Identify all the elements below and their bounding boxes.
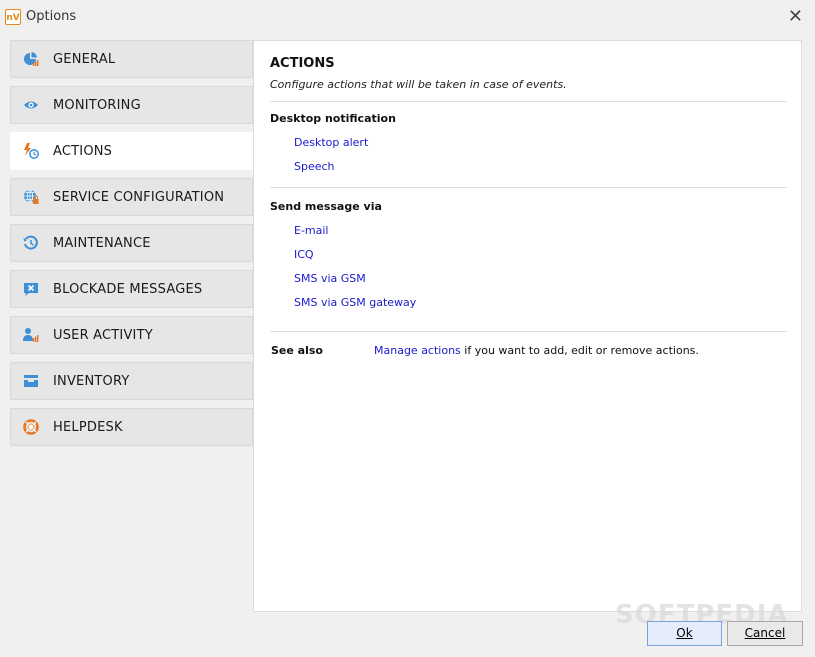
sidebar-item-label: USER ACTIVITY bbox=[53, 328, 153, 343]
sidebar-item-label: INVENTORY bbox=[53, 374, 130, 389]
sms-gsm-link[interactable]: SMS via GSM bbox=[294, 272, 366, 285]
sidebar-item-label: MAINTENANCE bbox=[53, 236, 151, 251]
message-x-icon bbox=[24, 283, 38, 296]
manage-actions-link[interactable]: Manage actions bbox=[374, 344, 461, 357]
sidebar-item-general[interactable]: GENERAL bbox=[10, 40, 253, 78]
sidebar-item-user-activity[interactable]: USER ACTIVITY bbox=[10, 316, 253, 354]
page-title: ACTIONS bbox=[270, 56, 335, 71]
close-icon[interactable]: ✕ bbox=[788, 8, 803, 26]
icq-link[interactable]: ICQ bbox=[294, 248, 314, 261]
sidebar-item-label: MONITORING bbox=[53, 98, 141, 113]
see-also-label: See also bbox=[271, 344, 323, 357]
see-also-suffix: if you want to add, edit or remove actio… bbox=[460, 344, 699, 357]
divider bbox=[270, 331, 787, 332]
tray-icon bbox=[24, 375, 38, 387]
send-message-heading: Send message via bbox=[270, 200, 382, 213]
divider bbox=[270, 187, 787, 188]
sidebar-item-service-configuration[interactable]: SERVICE CONFIGURATION bbox=[10, 178, 253, 216]
sidebar-item-blockade-messages[interactable]: BLOCKADE MESSAGES bbox=[10, 270, 253, 308]
sidebar-item-label: ACTIONS bbox=[53, 144, 113, 159]
divider bbox=[270, 101, 787, 102]
email-link[interactable]: E-mail bbox=[294, 224, 329, 237]
ok-button[interactable]: Ok bbox=[647, 621, 722, 646]
speech-link[interactable]: Speech bbox=[294, 160, 335, 173]
sidebar-item-label: BLOCKADE MESSAGES bbox=[53, 282, 203, 297]
sidebar-item-actions[interactable]: ACTIONS bbox=[10, 132, 254, 170]
pie-chart-icon bbox=[24, 52, 39, 66]
desktop-notification-heading: Desktop notification bbox=[270, 112, 396, 125]
user-chart-icon bbox=[23, 328, 39, 342]
page-description: Configure actions that will be taken in … bbox=[270, 78, 567, 91]
desktop-alert-link[interactable]: Desktop alert bbox=[294, 136, 368, 149]
eye-icon bbox=[24, 101, 38, 109]
sidebar-item-label: GENERAL bbox=[53, 52, 116, 67]
see-also-text: Manage actions if you want to add, edit … bbox=[374, 344, 699, 357]
app-logo-icon: nV bbox=[5, 9, 21, 25]
sms-gsm-gateway-link[interactable]: SMS via GSM gateway bbox=[294, 296, 416, 309]
history-icon bbox=[23, 235, 38, 250]
sidebar-item-maintenance[interactable]: MAINTENANCE bbox=[10, 224, 253, 262]
sidebar-nav: GENERAL MONITORING ACTIONS SERVICE CONFI… bbox=[10, 40, 254, 454]
title-bar: nV Options ✕ bbox=[0, 0, 815, 34]
globe-lock-icon bbox=[24, 189, 39, 204]
actions-panel: ACTIONS Configure actions that will be t… bbox=[253, 40, 802, 612]
sidebar-item-helpdesk[interactable]: HELPDESK bbox=[10, 408, 253, 446]
sidebar-item-label: HELPDESK bbox=[53, 420, 123, 435]
sidebar-item-label: SERVICE CONFIGURATION bbox=[53, 190, 225, 205]
window-title: Options bbox=[26, 9, 77, 24]
lifebuoy-icon bbox=[23, 419, 39, 435]
bolt-clock-icon bbox=[24, 143, 39, 159]
sidebar-item-monitoring[interactable]: MONITORING bbox=[10, 86, 253, 124]
sidebar-item-inventory[interactable]: INVENTORY bbox=[10, 362, 253, 400]
cancel-button[interactable]: Cancel bbox=[727, 621, 803, 646]
